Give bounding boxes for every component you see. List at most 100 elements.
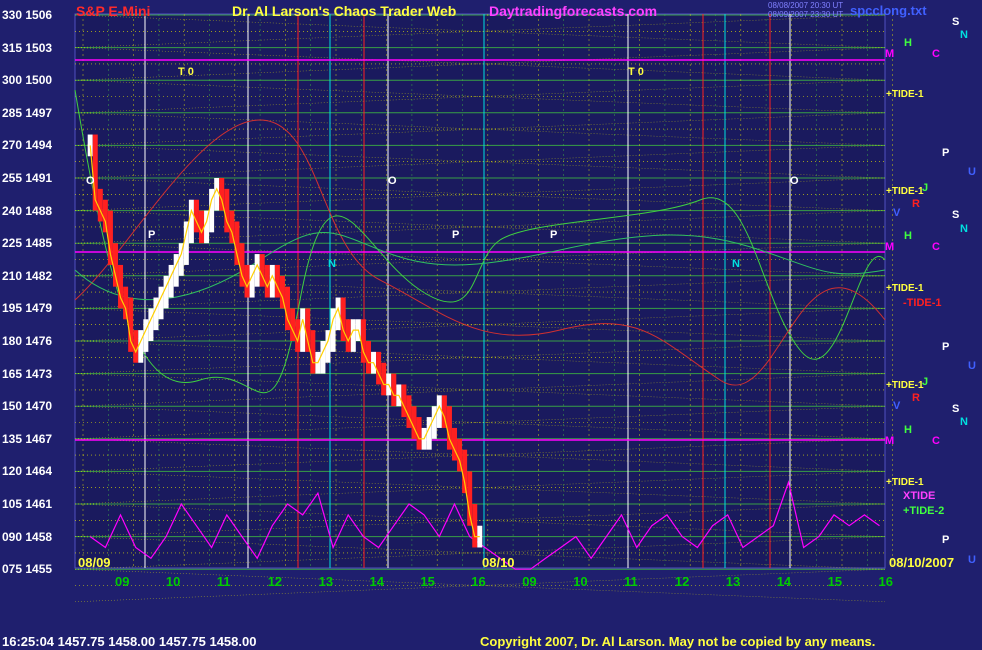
price-bar [320,341,326,374]
price-bar [97,188,103,222]
label-plus-tide-2: +TIDE-2 [903,505,945,517]
chart-marker: P [550,229,557,241]
y-tick-label: 120 1464 [2,464,53,479]
y-tick-label: 270 1494 [2,138,53,153]
planet-letter: P [942,147,949,159]
y-tick-label: 180 1476 [2,334,53,348]
price-bar [183,221,189,265]
price-bar [391,373,397,407]
y-tick-label: 285 1497 [2,105,53,120]
quote-readout: 16:25:04 1457.75 1458.00 1457.75 1458.00 [2,634,257,649]
price-bar [123,286,129,320]
planet-letter: H [904,37,912,49]
price-bar [133,330,139,363]
planet-letter: V [893,207,901,219]
x-tick-label: 12 [674,574,690,589]
price-bar [290,308,296,341]
planet-letter: R [912,392,920,404]
y-tick-label: 225 1485 [2,236,53,251]
y-tick-label: 330 1506 [2,8,53,22]
price-bar [467,471,473,526]
y-tick-label: 195 1479 [2,301,53,316]
x-tick-label: 09 [522,574,537,589]
planet-letter: H [904,230,912,242]
chart-marker: N [732,258,740,270]
price-bar [452,427,457,461]
price-bar [168,264,174,298]
y-tick-label: 255 1491 [2,171,53,185]
price-bar [234,221,240,265]
price-bar [401,384,407,418]
planet-letter: S [952,403,959,415]
price-bar [158,286,164,320]
planet-letter: P [942,341,949,353]
tide-marker: +TIDE-1 [886,89,924,100]
price-bar [350,319,356,352]
y-tick-label: 105 1461 [2,497,53,511]
price-bar [376,351,382,385]
site-url[interactable]: Daytradingforecasts.com [489,3,657,19]
y-tick-label: 150 1470 [2,399,53,414]
y-tick-label: 090 1458 [2,529,53,544]
price-bar [87,134,93,157]
tide-marker: +TIDE-1 [886,186,924,197]
plot-area [74,13,886,569]
price-bar [193,199,199,233]
y-tick-label: 300 1500 [2,73,53,88]
planet-letter: N [960,29,968,41]
chart-frame: T 0T 0OOOPPPNNSNHMCPUJRVSNHMCPUJRVSNHMCP… [0,0,982,650]
planet-letter: N [960,223,968,235]
planet-letter: C [932,435,940,447]
price-bar [436,395,442,428]
y-tick-label: 135 1467 [2,431,53,446]
planet-letter: S [952,16,959,28]
chart-marker: P [452,229,459,241]
chart-marker: T 0 [178,66,194,78]
x-tick-label: 09 [115,574,130,589]
price-bar [411,406,417,439]
site-title: Dr. Al Larson's Chaos Trader Web [232,3,457,19]
x-tick-label: 15 [420,574,435,589]
planet-letter: S [952,209,959,221]
x-tick-label: 11 [216,574,231,589]
x-tick-label: 10 [165,574,181,589]
chart-marker: N [328,258,336,270]
price-bar [148,308,154,341]
price-bar [214,178,220,211]
x-tick-label: 14 [369,574,384,589]
chart-marker: T 0 [628,66,644,78]
price-bar [102,199,108,233]
price-bar [188,199,194,244]
x-tick-label: 16 [878,574,893,589]
y-tick-label: 210 1482 [2,268,53,283]
y-tick-label: 315 1503 [2,40,53,55]
tide-marker: +TIDE-1 [886,283,924,294]
price-bar [345,319,351,352]
planet-letter: U [968,554,976,566]
price-bar [259,254,265,287]
x-tick-label: 14 [776,574,792,589]
x-tick-label: 10 [573,574,588,589]
y-tick-label: 240 1488 [2,203,53,218]
price-bar [472,504,478,548]
timestamp-line1: 08/08/2007 20:30 UT [768,1,844,10]
price-bar [365,341,371,374]
price-bar [406,395,412,428]
tide-marker: +TIDE-1 [886,477,924,488]
price-bar [381,362,387,396]
timestamp-line2: 08/09/2007 23:30 UT [768,10,844,19]
copyright-notice: Copyright 2007, Dr. Al Larson. May not b… [480,634,876,649]
y-tick-label: 075 1455 [2,562,53,577]
chart-marker: O [790,175,799,187]
planet-letter: C [932,241,940,253]
planet-letter: V [893,400,901,412]
chart-plot: T 0T 0O O OP P PN NSNHM CPUJRV SNHM CPUJRV SNHM CP… [74,13,976,603]
planet-letter: R [912,198,920,210]
label-xtide: XTIDE [903,490,936,502]
planet-letter: N [960,416,968,428]
planet-letter: U [968,360,976,372]
date-label: 08/10 [482,555,515,570]
price-bar [153,297,159,331]
price-bar [264,264,270,298]
chart-marker: O [86,175,95,187]
